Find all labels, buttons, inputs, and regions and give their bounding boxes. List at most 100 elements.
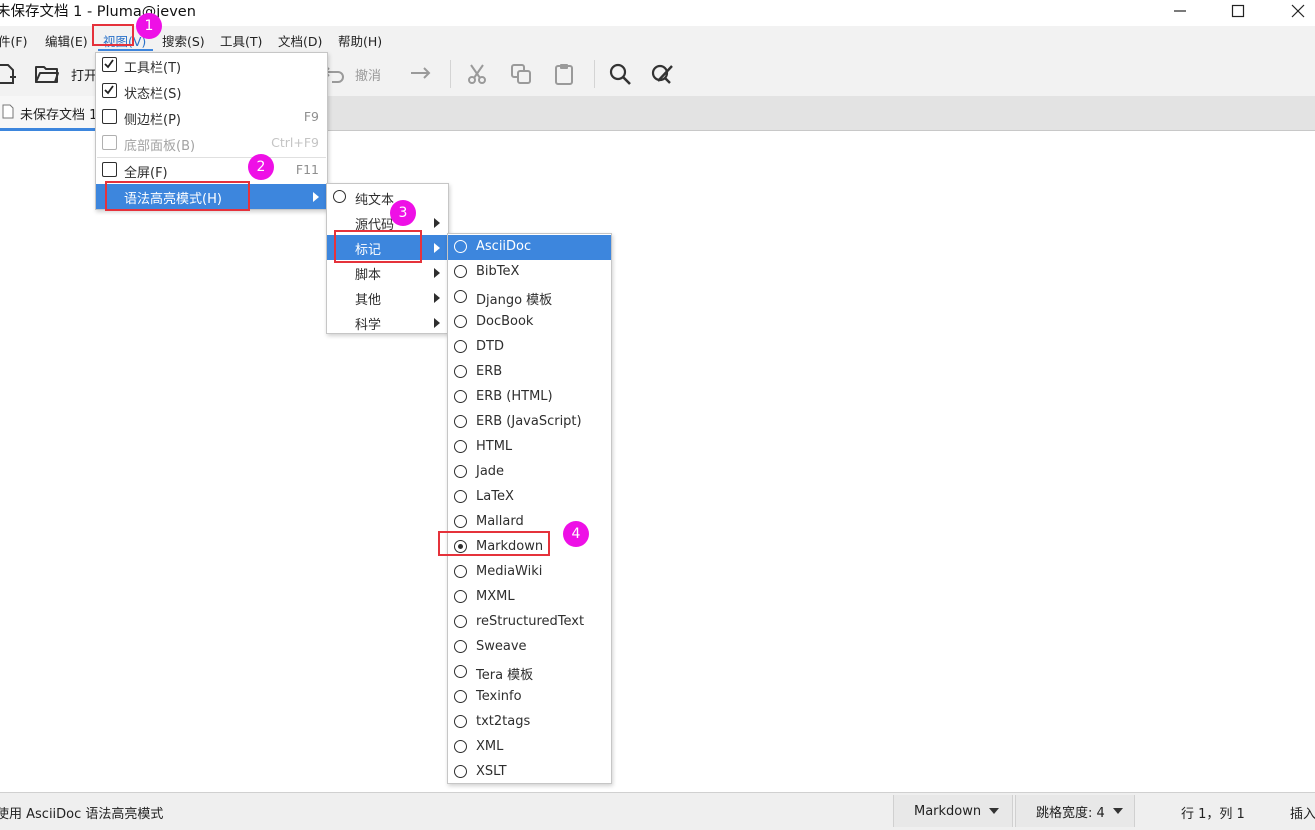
- scientific-item[interactable]: 科学: [327, 310, 448, 335]
- tab-width-selector[interactable]: 跳格宽度: 4: [1015, 795, 1135, 827]
- dropdown-arrow-icon: [1112, 808, 1123, 814]
- view-fullscreen-item[interactable]: 全屏(F) F11: [96, 158, 327, 183]
- submenu-arrow-icon: [434, 318, 440, 328]
- checkbox-unchecked-icon: [102, 135, 117, 150]
- cut-icon[interactable]: [463, 60, 491, 88]
- markup-item-django[interactable]: Django 模板: [448, 285, 611, 310]
- window-title: 未保存文档 1 - Pluma@jeven: [0, 4, 196, 20]
- status-bar: 使用 AsciiDoc 语法高亮模式 Markdown 跳格宽度: 4 行 1，…: [0, 792, 1315, 830]
- markup-item-mxml[interactable]: MXML: [448, 585, 611, 610]
- radio-icon: [454, 565, 467, 578]
- open-label[interactable]: 打开: [71, 65, 97, 84]
- view-bottom-panel-item: 底部面板(B) Ctrl+F9: [96, 131, 327, 156]
- document-icon: [2, 104, 14, 119]
- submenu-arrow-icon: [313, 192, 319, 202]
- radio-icon: [454, 640, 467, 653]
- title-bar: 未保存文档 1 - Pluma@jeven: [0, 0, 1315, 26]
- radio-icon: [454, 615, 467, 628]
- view-toolbar-item[interactable]: 工具栏(T): [96, 53, 327, 78]
- annotation-badge-2: 2: [248, 154, 274, 180]
- markup-item-sweave[interactable]: Sweave: [448, 635, 611, 660]
- markup-item-xslt[interactable]: XSLT: [448, 760, 611, 785]
- markup-item-restructuredtext[interactable]: reStructuredText: [448, 610, 611, 635]
- tab-width-label: 跳格宽度: 4: [1036, 805, 1105, 821]
- checkbox-unchecked-icon: [102, 109, 117, 124]
- annotation-box-3: [334, 230, 422, 263]
- replace-icon[interactable]: [649, 60, 677, 88]
- markup-item-texinfo[interactable]: Texinfo: [448, 685, 611, 710]
- menu-documents[interactable]: 文档(D): [278, 31, 322, 50]
- view-sidebar-item[interactable]: 侧边栏(P) F9: [96, 105, 327, 130]
- plain-text-item[interactable]: 纯文本: [327, 185, 448, 210]
- minimize-button[interactable]: [1158, 0, 1202, 22]
- menu-help[interactable]: 帮助(H): [338, 31, 382, 50]
- markup-item-tera[interactable]: Tera 模板: [448, 660, 611, 685]
- radio-icon: [454, 465, 467, 478]
- open-folder-icon[interactable]: [33, 60, 61, 88]
- annotation-badge-1: 1: [136, 13, 162, 39]
- menu-tools[interactable]: 工具(T): [220, 31, 262, 50]
- paste-icon[interactable]: [550, 60, 578, 88]
- markup-menu: AsciiDoc BibTeX Django 模板 DocBook DTD ERB ERB …: [447, 233, 612, 784]
- markup-item-xml[interactable]: XML: [448, 735, 611, 760]
- markup-item-dtd[interactable]: DTD: [448, 335, 611, 360]
- submenu-arrow-icon: [434, 243, 440, 253]
- markup-item-jade[interactable]: Jade: [448, 460, 611, 485]
- redo-icon[interactable]: [406, 60, 434, 88]
- undo-label[interactable]: 撤消: [355, 65, 381, 84]
- menu-search[interactable]: 搜索(S): [162, 31, 205, 50]
- radio-icon: [454, 490, 467, 503]
- document-tab-label: 未保存文档 1: [20, 108, 98, 123]
- radio-icon: [454, 240, 467, 253]
- language-selector[interactable]: Markdown: [893, 795, 1013, 827]
- annotation-box-2: [105, 181, 250, 211]
- submenu-arrow-icon: [434, 268, 440, 278]
- markup-item-txt2tags[interactable]: txt2tags: [448, 710, 611, 735]
- document-tab[interactable]: 未保存文档 1: [0, 96, 100, 131]
- annotation-badge-4: 4: [563, 521, 589, 547]
- markup-item-docbook[interactable]: DocBook: [448, 310, 611, 335]
- markup-item-latex[interactable]: LaTeX: [448, 485, 611, 510]
- view-statusbar-item[interactable]: 状态栏(S): [96, 79, 327, 104]
- language-label: Markdown: [914, 803, 982, 819]
- status-message: 使用 AsciiDoc 语法高亮模式: [0, 807, 164, 822]
- close-button[interactable]: [1276, 0, 1315, 22]
- radio-icon: [454, 515, 467, 528]
- menu-file[interactable]: 件(F): [0, 31, 27, 50]
- editor-area[interactable]: [0, 131, 1315, 792]
- scripts-item[interactable]: 脚本: [327, 260, 448, 285]
- markup-item-erb-javascript[interactable]: ERB (JavaScript): [448, 410, 611, 435]
- radio-icon: [454, 390, 467, 403]
- close-icon: [1291, 4, 1305, 18]
- menu-edit[interactable]: 编辑(E): [45, 31, 88, 50]
- toolbar-separator: [594, 60, 595, 88]
- markup-item-asciidoc[interactable]: AsciiDoc: [448, 235, 611, 260]
- annotation-box-1: [92, 24, 134, 46]
- radio-icon: [454, 715, 467, 728]
- annotation-box-4: [438, 531, 550, 556]
- radio-icon: [454, 315, 467, 328]
- new-document-icon[interactable]: [0, 60, 20, 88]
- radio-icon: [333, 190, 346, 203]
- insert-mode: 插入: [1290, 807, 1315, 822]
- toolbar-separator: [450, 60, 451, 88]
- dropdown-arrow-icon: [989, 808, 1000, 814]
- markup-item-mediawiki[interactable]: MediaWiki: [448, 560, 611, 585]
- annotation-badge-3: 3: [390, 200, 416, 226]
- search-icon[interactable]: [606, 60, 634, 88]
- checkbox-checked-icon: [102, 57, 117, 72]
- minimize-icon: [1174, 10, 1186, 12]
- others-item[interactable]: 其他: [327, 285, 448, 310]
- maximize-icon: [1231, 4, 1245, 18]
- maximize-button[interactable]: [1216, 0, 1260, 22]
- radio-icon: [454, 415, 467, 428]
- menu-bar: 件(F) 编辑(E) 视图(V) 搜索(S) 工具(T) 文档(D) 帮助(H): [0, 26, 1315, 52]
- radio-icon: [454, 740, 467, 753]
- markup-item-erb[interactable]: ERB: [448, 360, 611, 385]
- copy-icon[interactable]: [507, 60, 535, 88]
- submenu-arrow-icon: [434, 293, 440, 303]
- markup-item-html[interactable]: HTML: [448, 435, 611, 460]
- markup-item-erb-html[interactable]: ERB (HTML): [448, 385, 611, 410]
- markup-item-bibtex[interactable]: BibTeX: [448, 260, 611, 285]
- active-menu-indicator: [98, 49, 153, 51]
